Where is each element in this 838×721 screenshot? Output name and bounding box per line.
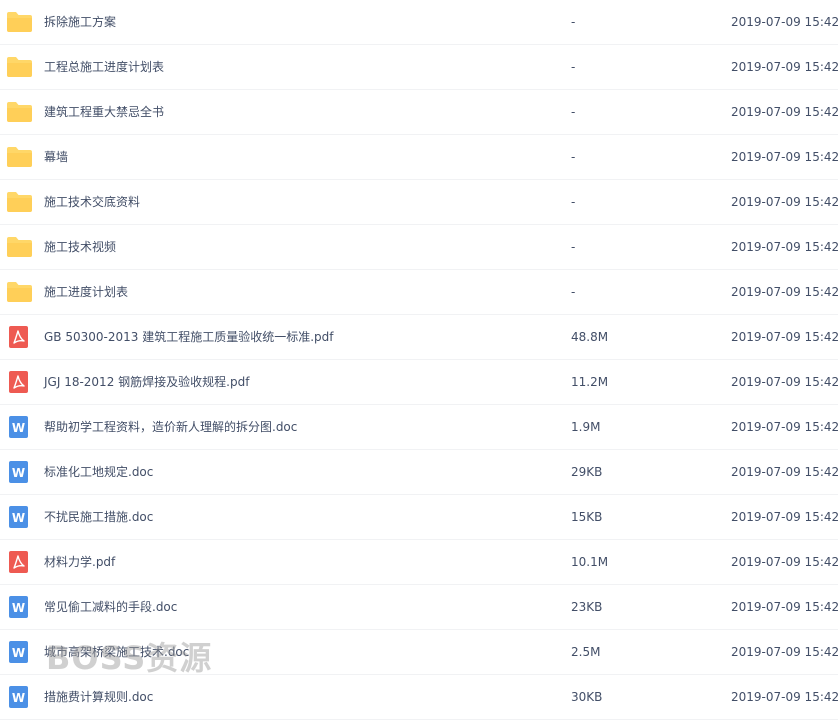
file-modified-time: 2019-07-09 15:42	[731, 555, 838, 569]
file-size: -	[571, 240, 576, 254]
pdf-icon	[6, 371, 33, 393]
file-size: -	[571, 150, 576, 164]
file-row[interactable]: W 措施费计算规则.doc 30KB 2019-07-09 15:42	[0, 675, 838, 720]
file-size: 11.2M	[571, 375, 609, 389]
file-row[interactable]: 工程总施工进度计划表 - 2019-07-09 15:42	[0, 45, 838, 90]
file-name[interactable]: 施工进度计划表	[44, 270, 128, 315]
file-modified-time: 2019-07-09 15:42	[731, 465, 838, 479]
file-modified-time: 2019-07-09 15:42	[731, 375, 838, 389]
file-name[interactable]: JGJ 18-2012 钢筋焊接及验收规程.pdf	[44, 360, 249, 405]
file-row[interactable]: 施工进度计划表 - 2019-07-09 15:42	[0, 270, 838, 315]
word-icon: W	[6, 686, 33, 708]
file-modified-time: 2019-07-09 15:42	[731, 330, 838, 344]
file-size: 30KB	[571, 690, 603, 704]
folder-icon	[6, 101, 33, 123]
svg-text:W: W	[12, 511, 25, 525]
file-name[interactable]: GB 50300-2013 建筑工程施工质量验收统一标准.pdf	[44, 315, 333, 360]
file-modified-time: 2019-07-09 15:42	[731, 645, 838, 659]
svg-text:W: W	[12, 601, 25, 615]
file-size: -	[571, 15, 576, 29]
file-modified-time: 2019-07-09 15:42	[731, 240, 838, 254]
file-modified-time: 2019-07-09 15:42	[731, 15, 838, 29]
file-name[interactable]: 施工技术视频	[44, 225, 116, 270]
pdf-icon	[6, 326, 33, 348]
file-size: -	[571, 285, 576, 299]
folder-icon	[6, 146, 33, 168]
file-size: 29KB	[571, 465, 603, 479]
folder-icon	[6, 236, 33, 258]
file-name[interactable]: 城市高架桥梁施工技术.doc	[44, 630, 189, 675]
file-modified-time: 2019-07-09 15:42	[731, 150, 838, 164]
file-modified-time: 2019-07-09 15:42	[731, 105, 838, 119]
file-modified-time: 2019-07-09 15:42	[731, 195, 838, 209]
file-row[interactable]: 施工技术视频 - 2019-07-09 15:42	[0, 225, 838, 270]
file-size: 10.1M	[571, 555, 609, 569]
file-modified-time: 2019-07-09 15:42	[731, 600, 838, 614]
file-modified-time: 2019-07-09 15:42	[731, 60, 838, 74]
file-row[interactable]: W 常见偷工减料的手段.doc 23KB 2019-07-09 15:42	[0, 585, 838, 630]
file-name[interactable]: 拆除施工方案	[44, 0, 116, 45]
file-modified-time: 2019-07-09 15:42	[731, 285, 838, 299]
file-size: -	[571, 195, 576, 209]
file-name[interactable]: 不扰民施工措施.doc	[44, 495, 153, 540]
svg-text:W: W	[12, 421, 25, 435]
file-size: 2.5M	[571, 645, 601, 659]
folder-icon	[6, 56, 33, 78]
file-size: 15KB	[571, 510, 603, 524]
svg-text:W: W	[12, 466, 25, 480]
file-size: -	[571, 60, 576, 74]
file-size: -	[571, 105, 576, 119]
file-name[interactable]: 建筑工程重大禁忌全书	[44, 90, 164, 135]
file-modified-time: 2019-07-09 15:42	[731, 510, 838, 524]
file-name[interactable]: 帮助初学工程资料，造价新人理解的拆分图.doc	[44, 405, 297, 450]
file-name[interactable]: 工程总施工进度计划表	[44, 45, 164, 90]
file-row[interactable]: 施工技术交底资料 - 2019-07-09 15:42	[0, 180, 838, 225]
pdf-icon	[6, 551, 33, 573]
file-name[interactable]: 幕墙	[44, 135, 68, 180]
file-modified-time: 2019-07-09 15:42	[731, 690, 838, 704]
word-icon: W	[6, 416, 33, 438]
svg-text:W: W	[12, 691, 25, 705]
file-row[interactable]: JGJ 18-2012 钢筋焊接及验收规程.pdf 11.2M 2019-07-09…	[0, 360, 838, 405]
file-list: 拆除施工方案 - 2019-07-09 15:42 工程总施工进度计划表 - 2019-0…	[0, 0, 838, 721]
file-name[interactable]: 材料力学.pdf	[44, 540, 115, 585]
word-icon: W	[6, 461, 33, 483]
svg-text:W: W	[12, 646, 25, 660]
file-row[interactable]: W 不扰民施工措施.doc 15KB 2019-07-09 15:42	[0, 495, 838, 540]
file-size: 23KB	[571, 600, 603, 614]
file-name[interactable]: 措施费计算规则.doc	[44, 675, 153, 720]
file-row[interactable]: W 标准化工地规定.doc 29KB 2019-07-09 15:42	[0, 450, 838, 495]
file-row[interactable]: W 帮助初学工程资料，造价新人理解的拆分图.doc 1.9M 2019-07-09 1…	[0, 405, 838, 450]
file-size: 48.8M	[571, 330, 609, 344]
folder-icon	[6, 191, 33, 213]
folder-icon	[6, 11, 33, 33]
file-row[interactable]: 幕墙 - 2019-07-09 15:42	[0, 135, 838, 180]
file-name[interactable]: 常见偷工减料的手段.doc	[44, 585, 177, 630]
file-name[interactable]: 施工技术交底资料	[44, 180, 140, 225]
file-row[interactable]: GB 50300-2013 建筑工程施工质量验收统一标准.pdf 48.8M 201…	[0, 315, 838, 360]
file-modified-time: 2019-07-09 15:42	[731, 420, 838, 434]
file-row[interactable]: W 城市高架桥梁施工技术.doc 2.5M 2019-07-09 15:42	[0, 630, 838, 675]
word-icon: W	[6, 641, 33, 663]
word-icon: W	[6, 596, 33, 618]
file-row[interactable]: 建筑工程重大禁忌全书 - 2019-07-09 15:42	[0, 90, 838, 135]
file-name[interactable]: 标准化工地规定.doc	[44, 450, 153, 495]
file-size: 1.9M	[571, 420, 601, 434]
word-icon: W	[6, 506, 33, 528]
file-row[interactable]: 拆除施工方案 - 2019-07-09 15:42	[0, 0, 838, 45]
file-row[interactable]: 材料力学.pdf 10.1M 2019-07-09 15:42	[0, 540, 838, 585]
folder-icon	[6, 281, 33, 303]
